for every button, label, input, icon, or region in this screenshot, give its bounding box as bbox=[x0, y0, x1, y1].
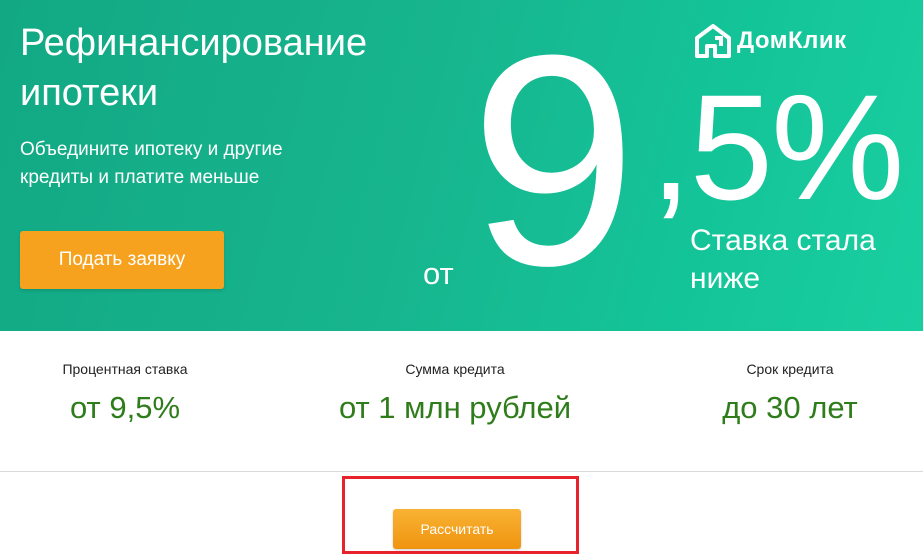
stat-amount: Сумма кредита от 1 млн рублей bbox=[300, 331, 610, 427]
stat-label: Процентная ставка bbox=[62, 361, 188, 377]
house-logo-icon bbox=[695, 24, 731, 58]
brand-name: ДомКлик bbox=[737, 27, 847, 54]
stat-rate: Процентная ставка от 9,5% bbox=[40, 331, 210, 427]
loan-stats: Процентная ставка от 9,5% Сумма кредита … bbox=[0, 331, 923, 472]
hero-subtitle: Объедините ипотеку и другие кредиты и пл… bbox=[20, 139, 283, 188]
hero-banner: Рефинансирование ипотеки Объедините ипот… bbox=[0, 0, 923, 331]
stat-value: от 9,5% bbox=[69, 390, 181, 425]
rate-fraction: ,5% bbox=[650, 63, 904, 231]
apply-button[interactable]: Подать заявку bbox=[20, 231, 224, 289]
rate-integer: 9 bbox=[470, 0, 637, 328]
stat-value: до 30 лет bbox=[722, 390, 858, 425]
rate-note: Ставка стала ниже bbox=[690, 224, 876, 295]
brand-logo[interactable]: ДомКлик bbox=[695, 24, 847, 58]
stat-term: Срок кредита до 30 лет bbox=[700, 331, 880, 427]
calculate-button[interactable]: Рассчитать bbox=[393, 509, 521, 549]
rate-prefix: от bbox=[423, 256, 454, 291]
stat-value: от 1 млн рублей bbox=[338, 390, 572, 425]
stat-label: Сумма кредита bbox=[405, 361, 505, 377]
stat-label: Срок кредита bbox=[746, 361, 834, 377]
hero-title: Рефинансирование ипотеки bbox=[20, 22, 368, 114]
